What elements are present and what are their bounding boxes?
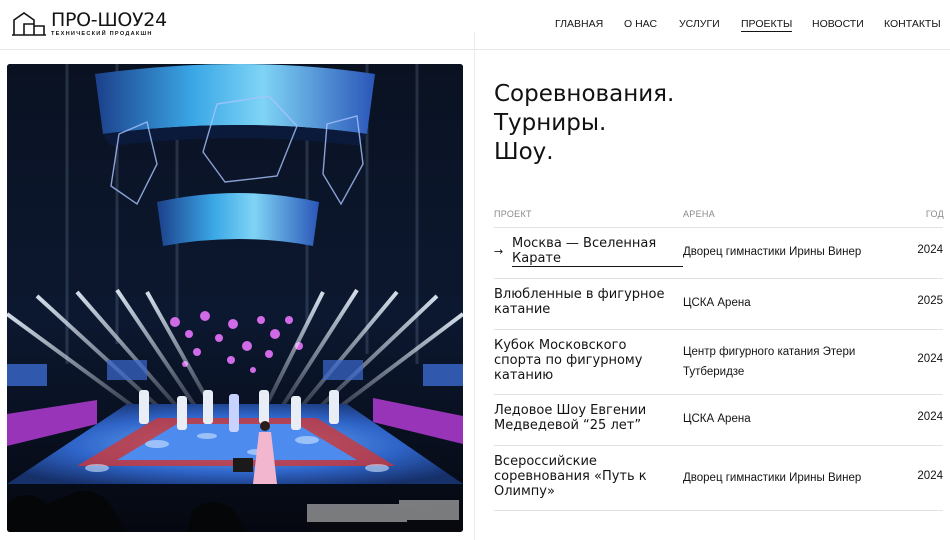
table-row[interactable]: Ледовое Шоу Евгении Медведевой “25 лет” …: [494, 394, 943, 445]
project-photo: [7, 64, 463, 532]
project-year: 2024: [917, 353, 943, 365]
headline-line-3: Шоу.: [494, 139, 554, 165]
nav-item-services[interactable]: УСЛУГИ: [679, 17, 720, 31]
nav-item-contacts[interactable]: КОНТАКТЫ: [884, 17, 941, 31]
logo-subtitle: ТЕХНИЧЕСКИЙ ПРОДАКШН: [51, 31, 153, 37]
arena-name: Центр фигурного катания Этери Тутберидзе: [683, 346, 856, 378]
site-header: ПРО-ШОУ24 ТЕХНИЧЕСКИЙ ПРОДАКШН ГЛАВНАЯ О…: [0, 0, 950, 50]
arena-name: Дворец гимнастики Ирины Винер: [683, 472, 862, 484]
column-header-project: ПРОЕКТ: [494, 209, 532, 219]
headline-line-2: Турниры.: [494, 110, 607, 136]
main-nav: ГЛАВНАЯ О НАС УСЛУГИ ПРОЕКТЫ НОВОСТИ КОН…: [0, 17, 950, 32]
project-name[interactable]: Влюбленные в фигурное катание: [494, 287, 676, 317]
project-name[interactable]: Москва — Вселенная Карате: [512, 236, 683, 267]
project-year: 2024: [917, 411, 943, 423]
nav-item-projects[interactable]: ПРОЕКТЫ: [741, 17, 793, 32]
arena-name: Дворец гимнастики Ирины Винер: [683, 246, 862, 258]
table-row[interactable]: Всероссийские соревнования «Путь к Олимп…: [494, 445, 943, 510]
arrow-right-icon: →: [494, 245, 504, 258]
column-header-arena: АРЕНА: [683, 209, 716, 219]
project-year: 2024: [917, 470, 943, 482]
arena-name: ЦСКА Арена: [683, 297, 751, 309]
table-row[interactable]: Влюбленные в фигурное катание ЦСКА Арена…: [494, 278, 943, 329]
project-year: 2025: [917, 295, 943, 307]
project-name[interactable]: Всероссийские соревнования «Путь к Олимп…: [494, 454, 676, 499]
table-bottom-divider: [494, 510, 943, 511]
project-name[interactable]: Кубок Московского спорта по фигурному ка…: [494, 338, 676, 383]
nav-item-about[interactable]: О НАС: [624, 17, 657, 31]
column-divider: [474, 32, 475, 540]
table-row[interactable]: → Москва — Вселенная Карате Дворец гимна…: [494, 227, 943, 278]
column-header-year: ГОД: [925, 209, 944, 219]
projects-table-header: ПРОЕКТ АРЕНА ГОД: [494, 209, 944, 221]
project-year: 2024: [917, 244, 943, 256]
nav-item-news[interactable]: НОВОСТИ: [812, 17, 864, 31]
table-row[interactable]: Кубок Московского спорта по фигурному ка…: [494, 329, 943, 394]
headline-line-1: Соревнования.: [494, 81, 675, 107]
project-name[interactable]: Ледовое Шоу Евгении Медведевой “25 лет”: [494, 403, 676, 433]
arena-name: ЦСКА Арена: [683, 413, 751, 425]
nav-item-home[interactable]: ГЛАВНАЯ: [555, 17, 603, 31]
page-headline: Соревнования. Турниры. Шоу.: [494, 80, 674, 167]
